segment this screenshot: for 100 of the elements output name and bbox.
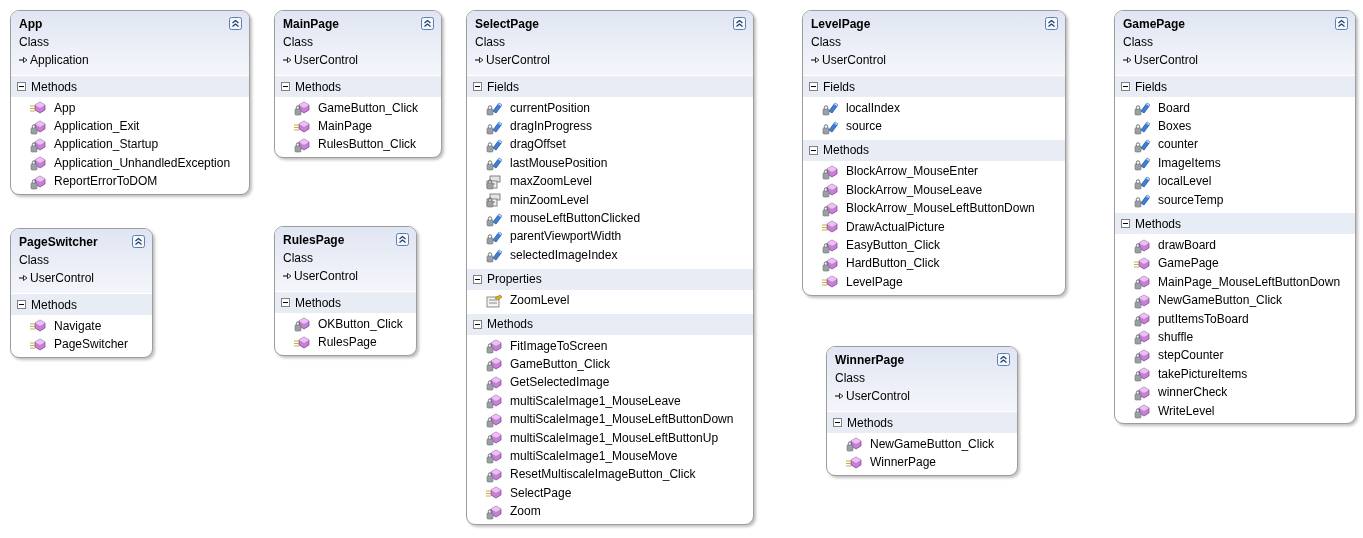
base-class: UserControl — [30, 270, 95, 286]
class-shape[interactable] — [1114, 10, 1356, 425]
member-name: BlockArrow_MouseLeave — [846, 182, 983, 198]
member-name: localLevel — [1158, 174, 1212, 190]
section-title: Methods — [31, 78, 78, 96]
section-title: Methods — [31, 296, 78, 314]
collapse-toggle-icon[interactable] — [473, 319, 482, 329]
member-name: multiScaleImage1_MouseLeftButtonUp — [510, 430, 719, 446]
collapse-button[interactable] — [229, 14, 242, 27]
member-name: GamePage — [1158, 256, 1219, 272]
inheritance-arrow-icon — [283, 272, 292, 280]
class-kind: Class — [283, 251, 313, 266]
member-name: RulesPage — [318, 335, 377, 351]
class-name: App — [19, 17, 43, 32]
inheritance-arrow-icon — [19, 56, 28, 64]
collapse-toggle-icon[interactable] — [809, 82, 818, 91]
inheritance-arrow-icon — [475, 56, 484, 64]
member-name: drawBoard — [1158, 238, 1217, 254]
base-class: UserControl — [822, 52, 887, 68]
collapse-button[interactable] — [1045, 14, 1058, 27]
member-name: DrawActualPicture — [846, 219, 945, 235]
member-name: ReportErrorToDOM — [54, 174, 158, 190]
base-class: UserControl — [486, 52, 551, 68]
class-kind: Class — [1123, 35, 1153, 50]
member-name: Application_Startup — [54, 137, 159, 153]
member-name: SelectPage — [510, 485, 572, 501]
member-name: Zoom — [510, 504, 541, 520]
collapse-toggle-icon[interactable] — [17, 300, 26, 309]
member-name: NewGameButton_Click — [870, 436, 995, 452]
class-shape[interactable]: LevelPage Class UserControl Fields localIndex source Methods BlockArrow_MouseEnter BlockArrow_MouseLeave BlockArrow_MouseLeftButtonDown DrawActualPicture EasyButton_Click HardButton_Click LevelPage — [802, 10, 1066, 296]
member-name: localIndex — [846, 100, 901, 116]
collapse-toggle-icon[interactable] — [1121, 219, 1130, 229]
member-name: Navigate — [54, 318, 102, 334]
collapse-button[interactable] — [997, 350, 1010, 363]
member-name: NewGameButton_Click — [1158, 293, 1283, 309]
class-shape[interactable]: PageSwitcher Class UserControl Methods Navigate PageSwitcher — [10, 228, 153, 358]
class-name: MainPage — [283, 17, 339, 32]
collapse-toggle-icon[interactable] — [833, 418, 842, 427]
member-name: GetSelectedImage — [510, 375, 610, 391]
section-title: Fields — [1135, 78, 1167, 96]
inheritance-arrow-icon — [1123, 56, 1132, 64]
member-name: multiScaleImage1_MouseLeave — [510, 393, 681, 409]
collapse-toggle-icon[interactable] — [473, 82, 482, 91]
collapse-toggle-icon[interactable] — [473, 274, 482, 284]
member-name: Board — [1158, 100, 1191, 116]
class-shape[interactable]: App Class Application Methods App Application_Exit Application_Startup Application_UnhandledException ReportErrorToDOM — [10, 10, 250, 195]
class-shape[interactable] — [466, 10, 754, 525]
base-class: UserControl — [294, 268, 359, 284]
class-kind: Class — [19, 253, 49, 268]
class-shape[interactable]: WinnerPage Class UserControl Methods NewGameButton_Click WinnerPage — [826, 346, 1018, 476]
member-name: maxZoomLevel — [510, 174, 593, 190]
class-name: WinnerPage — [835, 353, 905, 368]
inheritance-arrow-icon — [811, 56, 820, 64]
section-title: Fields — [823, 78, 855, 96]
collapse-button[interactable] — [421, 14, 434, 27]
collapse-toggle-icon[interactable] — [17, 82, 26, 91]
section-title: Methods — [847, 414, 894, 432]
member-name: MainPage_MouseLeftButtonDown — [1158, 274, 1341, 290]
class-kind: Class — [283, 35, 313, 50]
member-name: LevelPage — [846, 274, 903, 290]
member-name: GameButton_Click — [318, 100, 419, 116]
member-name: multiScaleImage1_MouseLeftButtonDown — [510, 412, 734, 428]
base-class: UserControl — [1134, 52, 1199, 68]
collapse-toggle-icon[interactable] — [281, 298, 290, 307]
class-name: RulesPage — [283, 233, 345, 248]
class-name: SelectPage — [475, 17, 540, 32]
member-name: source — [846, 119, 883, 135]
member-name: counter — [1158, 137, 1199, 153]
collapse-button[interactable] — [132, 232, 145, 245]
section-title: Methods — [487, 316, 534, 334]
member-name: RulesButton_Click — [318, 137, 417, 153]
collapse-toggle-icon[interactable] — [281, 82, 290, 91]
member-name: ResetMultiscaleImageButton_Click — [510, 467, 696, 483]
collapse-button[interactable] — [1335, 14, 1348, 27]
class-shape[interactable]: RulesPage Class UserControl Methods OKButton_Click RulesPage — [274, 226, 417, 356]
member-name: multiScaleImage1_MouseMove — [510, 448, 678, 464]
member-name: takePictureItems — [1158, 366, 1248, 382]
section-title: Methods — [823, 142, 870, 160]
member-name: mouseLeftButtonClicked — [510, 211, 641, 227]
section-title: Methods — [1135, 215, 1182, 233]
member-name: winnerCheck — [1158, 385, 1228, 401]
member-name: Boxes — [1158, 119, 1192, 135]
collapse-toggle-icon[interactable] — [809, 145, 818, 155]
collapse-button[interactable] — [396, 230, 409, 243]
member-name: WriteLevel — [1158, 403, 1215, 419]
inheritance-arrow-icon — [19, 274, 28, 282]
member-name: BlockArrow_MouseLeftButtonDown — [846, 201, 1035, 217]
collapse-toggle-icon[interactable] — [1121, 82, 1130, 91]
class-kind: Class — [475, 35, 505, 50]
member-name: currentPosition — [510, 100, 591, 116]
member-name: ImageItems — [1158, 155, 1221, 171]
member-name: Application_UnhandledException — [54, 155, 231, 171]
member-name: dragOffset — [510, 137, 566, 153]
class-shape[interactable]: MainPage Class UserControl Methods GameButton_Click MainPage RulesButton_Click — [274, 10, 442, 159]
member-name: putItemsToBoard — [1158, 311, 1249, 327]
member-name: MainPage — [318, 119, 373, 135]
member-name: dragInProgress — [510, 119, 593, 135]
collapse-button[interactable] — [733, 14, 746, 27]
member-name: EasyButton_Click — [846, 238, 941, 254]
base-class: UserControl — [294, 52, 359, 68]
